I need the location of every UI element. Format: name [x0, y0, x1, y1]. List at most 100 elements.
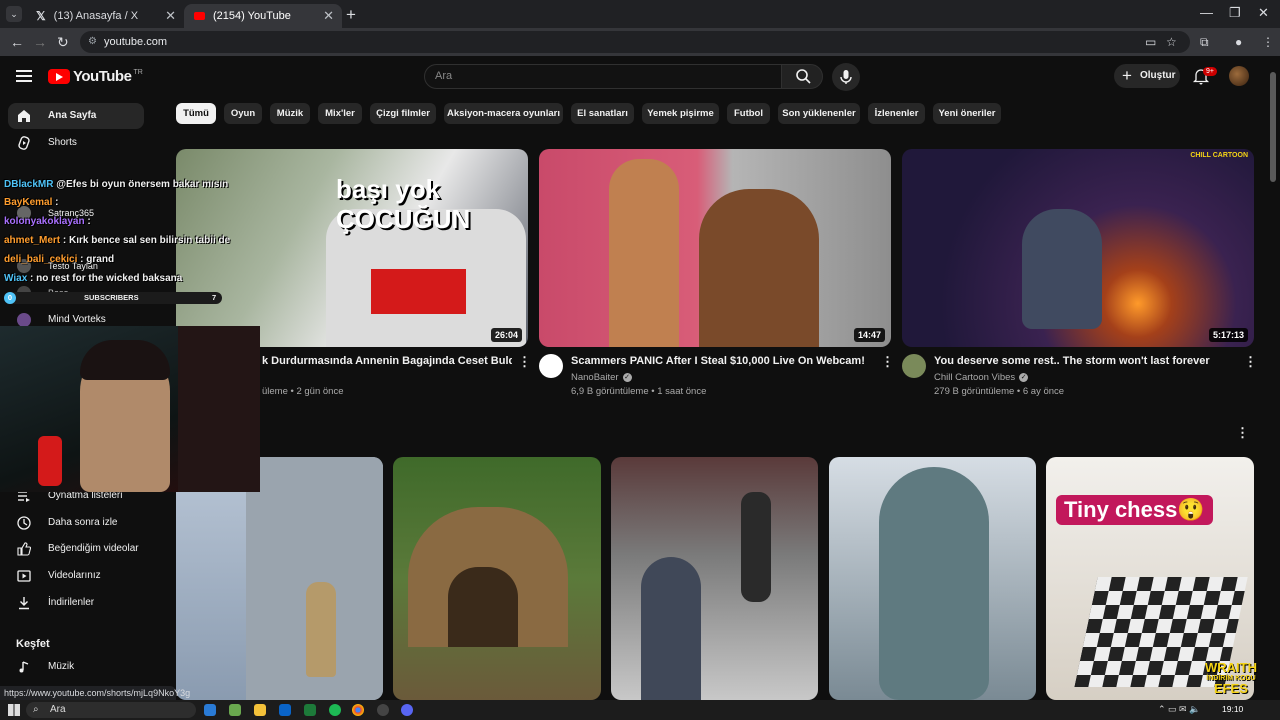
short-thumbnail[interactable]: [829, 457, 1036, 700]
chip-all[interactable]: Tümü: [176, 103, 216, 124]
taskbar-search[interactable]: ⌕ Ara: [26, 702, 196, 718]
browser-tab-x[interactable]: 𝕏 (13) Anasayfa / X ✕: [26, 4, 184, 28]
chip-recently-uploaded[interactable]: Son yüklenenler: [778, 103, 860, 124]
logo-text: YouTube: [73, 68, 132, 85]
sidebar-item-watch-later[interactable]: Daha sonra izle: [8, 510, 144, 536]
youtube-logo[interactable]: YouTube TR: [48, 68, 143, 85]
short-thumbnail[interactable]: [176, 457, 383, 700]
video-thumbnail[interactable]: CHILL CARTOON 5:17:13: [902, 149, 1254, 347]
shorts-more-options-icon[interactable]: ⋮: [1236, 425, 1249, 441]
sidebar-item-music[interactable]: Müzik: [8, 654, 144, 680]
restore-icon[interactable]: ❐: [1229, 5, 1241, 21]
close-tab-icon[interactable]: ✕: [323, 8, 334, 24]
window-close-icon[interactable]: ✕: [1258, 5, 1269, 21]
chip-mixes[interactable]: Mix'ler: [318, 103, 362, 124]
download-icon: [19, 597, 29, 610]
edge-icon[interactable]: [204, 704, 216, 716]
chip-cartoons[interactable]: Çizgi filmler: [370, 103, 436, 124]
outlook-icon[interactable]: [279, 704, 291, 716]
chat-user: ahmet_Mert: [4, 235, 61, 246]
close-tab-icon[interactable]: ✕: [165, 8, 176, 24]
tab-title: (2154) YouTube: [213, 10, 291, 22]
sidebar-item-home[interactable]: Ana Sayfa: [8, 103, 144, 129]
discord-icon[interactable]: [401, 704, 413, 716]
video-title[interactable]: Scammers PANIC After I Steal $10,000 Liv…: [571, 355, 871, 367]
chip-cooking[interactable]: Yemek pişirme: [642, 103, 719, 124]
channel-name[interactable]: NanoBaiter ✓: [571, 372, 632, 383]
thumbnail-knight: [1022, 209, 1102, 329]
create-button[interactable]: + Oluştur: [1114, 64, 1180, 88]
chat-user: BayKemal: [4, 197, 53, 208]
video-thumbnail[interactable]: 14:47: [539, 149, 891, 347]
short-thumbnail[interactable]: [611, 457, 818, 700]
reload-icon[interactable]: ↻: [57, 34, 69, 51]
channel-avatar[interactable]: [902, 354, 926, 378]
short-thumbnail[interactable]: [393, 457, 601, 700]
windows-start-icon[interactable]: [8, 704, 20, 716]
chip-watched[interactable]: İzlenenler: [868, 103, 925, 124]
video-meta: 6,9 B görüntüleme • 1 saat önce: [571, 386, 707, 397]
search-button[interactable]: [781, 64, 823, 89]
obs-icon[interactable]: [377, 704, 389, 716]
cast-icon[interactable]: ▭: [1145, 35, 1156, 49]
more-options-icon[interactable]: ⋮: [518, 354, 531, 370]
chip-football[interactable]: Futbol: [727, 103, 770, 124]
chip-crafts[interactable]: El sanatları: [571, 103, 634, 124]
page-scrollbar[interactable]: [1270, 72, 1276, 182]
back-icon[interactable]: ←: [10, 34, 24, 50]
browser-menu-icon[interactable]: ⋮: [1262, 35, 1274, 49]
sidebar-item-shorts[interactable]: Shorts: [8, 130, 144, 156]
sidebar-item-liked-videos[interactable]: Beğendiğim videolar: [8, 536, 144, 562]
thumbnail-censor-blur: [371, 269, 466, 314]
video-meta: 279 B görüntüleme • 6 ay önce: [934, 386, 1065, 397]
watermark-line: EFES: [1214, 681, 1248, 696]
video-icon: [17, 570, 31, 582]
store-icon[interactable]: [229, 704, 241, 716]
address-bar[interactable]: ⚙ youtube.com: [80, 31, 1190, 53]
x-logo-icon: 𝕏: [36, 9, 46, 23]
thumbs-up-icon: [17, 542, 31, 556]
profile-icon[interactable]: ●: [1235, 35, 1242, 49]
bookmark-star-icon[interactable]: ☆: [1166, 35, 1177, 49]
chat-text: @Efes bi oyun önersem bakar mısın: [56, 179, 229, 190]
chip-new-to-you[interactable]: Yeni öneriler: [933, 103, 1001, 124]
file-explorer-icon[interactable]: [254, 704, 266, 716]
site-info-icon[interactable]: ⚙: [88, 31, 97, 53]
forward-icon[interactable]: →: [33, 34, 47, 50]
stream-watermark: WRAITH İNDİRİM KODU EFES: [1205, 660, 1257, 696]
video-duration: 5:17:13: [1208, 328, 1248, 342]
chip-action-adventure[interactable]: Aksiyon-macera oyunları: [444, 103, 563, 124]
new-tab-button[interactable]: +: [346, 5, 356, 25]
more-options-icon[interactable]: ⋮: [881, 354, 894, 370]
watermark-line: WRAITH: [1205, 660, 1257, 675]
spotify-icon[interactable]: [329, 704, 341, 716]
chip-music[interactable]: Müzik: [270, 103, 310, 124]
video-title[interactable]: You deserve some rest.. The storm won't …: [934, 355, 1234, 367]
channel-avatar[interactable]: [539, 354, 563, 378]
sidebar-item-your-videos[interactable]: Videolarınız: [8, 563, 144, 589]
extensions-icon[interactable]: ⧉: [1200, 35, 1209, 50]
taskbar-search-text: Ara: [50, 704, 66, 715]
user-avatar[interactable]: [1229, 66, 1249, 86]
channel-name[interactable]: Chill Cartoon Vibes ✓: [934, 372, 1029, 383]
tab-search-button[interactable]: ⌄: [6, 6, 22, 22]
system-tray-icons[interactable]: ⌃ ▭ ✉ 🔈: [1158, 704, 1200, 715]
minimize-icon[interactable]: —: [1200, 5, 1213, 20]
sidebar-item-label: Shorts: [48, 137, 77, 148]
search-input[interactable]: Ara: [424, 64, 782, 89]
browser-tab-youtube[interactable]: (2154) YouTube ✕: [184, 4, 342, 28]
chip-gaming[interactable]: Oyun: [224, 103, 262, 124]
streamer-webcam: [0, 326, 260, 492]
sidebar-item-label: Ana Sayfa: [48, 110, 97, 121]
chrome-icon[interactable]: [352, 704, 364, 716]
tab-title: (13) Anasayfa / X: [53, 10, 139, 22]
youtube-favicon-icon: [194, 12, 205, 20]
chat-user: deli_bali_cekici: [4, 254, 78, 265]
excel-icon[interactable]: [304, 704, 316, 716]
more-options-icon[interactable]: ⋮: [1244, 354, 1257, 370]
video-title[interactable]: k Durdurmasında Annenin Bagajında Ceset …: [262, 355, 512, 367]
voice-search-button[interactable]: [832, 63, 860, 91]
chat-message: ahmet_Mert : Kırk bence sal sen bilirsin…: [4, 235, 230, 246]
sidebar-item-downloads[interactable]: İndirilenler: [8, 590, 144, 616]
menu-icon[interactable]: [16, 70, 32, 82]
